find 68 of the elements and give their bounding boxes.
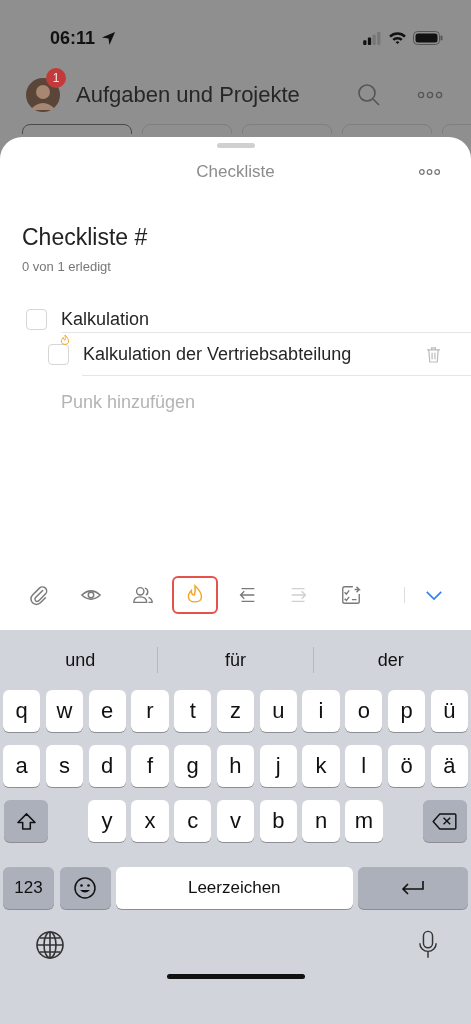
sheet-title: Checkliste [196,162,275,182]
word-suggestion[interactable]: der [313,648,468,672]
letter-key[interactable]: n [302,800,340,842]
people-icon [132,584,154,606]
letter-key[interactable]: j [259,745,297,787]
wifi-icon [388,31,407,45]
shift-key[interactable] [4,800,48,842]
checklist-heading: Checkliste # [21,223,149,251]
collapse-chevron-icon[interactable] [425,589,443,601]
letter-key[interactable]: r [131,690,169,732]
letter-key[interactable]: m [345,800,383,842]
letter-key[interactable]: o [345,690,383,732]
letter-key[interactable]: k [302,745,340,787]
letter-key[interactable]: ö [387,745,426,787]
emoji-key[interactable] [59,867,111,909]
search-icon[interactable] [357,83,381,107]
status-time: 06:11 [50,27,96,49]
notification-badge: 1 [46,68,66,88]
battery-icon [413,31,443,45]
letter-key[interactable]: a [3,745,41,787]
letter-key[interactable]: ü [430,690,468,732]
backspace-icon [432,812,458,830]
checklist-item[interactable]: Kalkulation [61,308,150,330]
letter-key[interactable]: s [45,745,84,787]
letter-key[interactable]: g [174,745,212,787]
letter-key[interactable]: v [216,800,255,842]
delete-key[interactable] [423,800,467,842]
sheet-grabber[interactable] [216,143,255,148]
checklist-item[interactable]: Kalkulation der Vertriebsabteilung [83,343,352,365]
letter-key[interactable]: w [45,690,84,732]
letter-key[interactable]: e [88,690,126,732]
more-icon[interactable] [418,168,441,176]
letter-key[interactable]: i [302,690,340,732]
letter-key[interactable]: q [3,690,41,732]
location-arrow-icon [101,30,117,46]
letter-key[interactable]: d [88,745,126,787]
word-suggestion[interactable]: und [3,648,158,672]
paperclip-icon [28,584,50,606]
letter-key[interactable]: x [131,800,169,842]
letter-key[interactable]: l [345,745,383,787]
globe-icon[interactable] [35,930,65,960]
progress-text: 0 von 1 erledigt [21,258,112,274]
more-icon[interactable] [417,91,443,99]
word-suggestion[interactable]: für [158,648,313,672]
signal-icon [363,31,382,45]
letter-key[interactable]: ä [430,745,468,787]
letter-key[interactable]: t [174,690,212,732]
letter-key[interactable]: b [259,800,297,842]
numbers-key[interactable]: 123 [3,867,54,909]
checklist-convert-icon [340,584,362,606]
checkbox[interactable] [48,344,69,365]
add-item-field[interactable]: Punk hinzufügen [61,392,361,413]
letter-key[interactable]: p [387,690,426,732]
checkbox[interactable] [26,309,47,330]
letter-key[interactable]: y [88,800,126,842]
priority-button[interactable] [172,576,218,614]
page-title: Aufgaben und Projekte [76,82,300,108]
letter-key[interactable]: c [174,800,212,842]
shift-icon [15,811,37,831]
trash-icon[interactable] [426,345,441,363]
letter-key[interactable]: f [131,745,169,787]
letter-key[interactable]: h [216,745,255,787]
letter-key[interactable]: u [259,690,297,732]
return-icon [400,879,426,897]
microphone-icon[interactable] [418,930,438,960]
letter-key[interactable]: z [216,690,255,732]
space-key[interactable]: Leerzeichen [116,867,353,909]
smiley-icon [73,876,97,900]
